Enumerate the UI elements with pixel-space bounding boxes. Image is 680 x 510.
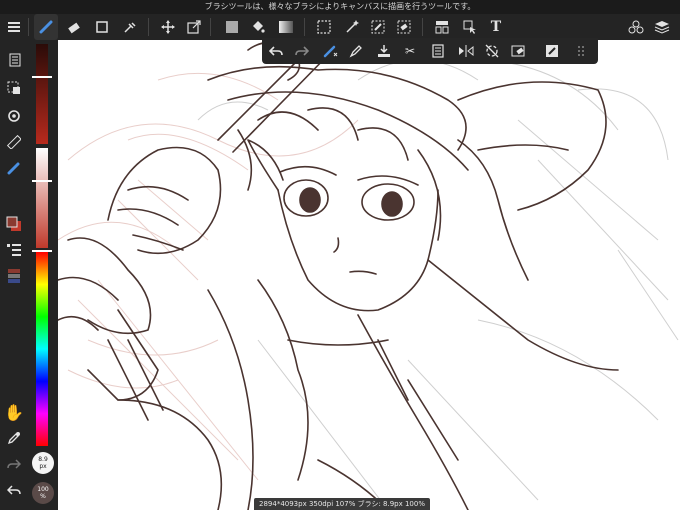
eyedropper-icon[interactable] xyxy=(4,428,24,448)
brush-size-handle[interactable] xyxy=(32,76,52,78)
brush-icon[interactable] xyxy=(34,14,58,40)
brush-opacity-slider[interactable] xyxy=(36,148,48,248)
left-tool-panel: ✋ 8.9 px 100 % xyxy=(0,40,58,510)
redo-icon[interactable] xyxy=(290,38,314,64)
status-bar: 2894*4093px 350dpi 107% ブラシ: 8.9px 100% xyxy=(254,498,430,510)
tool-hint-bar: ブラシツールは、様々なブラシによりキャンバスに描画を行うツールです。 xyxy=(0,0,680,14)
flip-icon[interactable] xyxy=(454,38,478,64)
grip-icon[interactable] xyxy=(570,38,594,64)
transform-icon[interactable] xyxy=(182,14,206,40)
menu-icon[interactable] xyxy=(2,14,26,40)
color-slider-strip xyxy=(32,44,52,446)
clear-icon[interactable] xyxy=(506,38,530,64)
edit-icon[interactable] xyxy=(540,38,564,64)
fill-color-icon[interactable] xyxy=(220,14,244,40)
rotate-icon[interactable] xyxy=(480,38,504,64)
bucket-icon[interactable] xyxy=(246,14,270,40)
brush-adjust-icon[interactable] xyxy=(318,38,342,64)
selection-layer-icon[interactable] xyxy=(4,78,24,98)
opacity-unit: % xyxy=(40,493,46,500)
redo-side-icon[interactable] xyxy=(4,454,24,474)
hue-slider[interactable] xyxy=(36,252,48,446)
cut-icon[interactable]: ✂ xyxy=(398,38,422,64)
select-icon[interactable] xyxy=(312,14,336,40)
select-eraser-icon[interactable] xyxy=(392,14,416,40)
text-icon[interactable]: T xyxy=(484,14,508,40)
pen-icon[interactable] xyxy=(344,38,368,64)
copy-icon[interactable] xyxy=(426,38,450,64)
ruler-icon[interactable] xyxy=(4,132,24,152)
brush-list-icon[interactable] xyxy=(4,240,24,260)
opacity-value: 100 xyxy=(37,486,49,493)
stabilizer-icon[interactable] xyxy=(4,158,24,178)
brush-size-unit: px xyxy=(39,463,47,470)
gradient-icon[interactable] xyxy=(274,14,298,40)
move-icon[interactable] xyxy=(156,14,180,40)
hand-icon[interactable]: ✋ xyxy=(4,402,24,422)
main-toolbar: T xyxy=(0,14,680,41)
magic-wand-icon[interactable] xyxy=(340,14,364,40)
undo-icon[interactable] xyxy=(264,38,288,64)
brush-size-slider[interactable] xyxy=(36,44,48,144)
rotate-canvas-icon[interactable] xyxy=(4,106,24,126)
smudge-icon[interactable] xyxy=(118,14,142,40)
drawing-canvas[interactable] xyxy=(58,40,680,510)
color-swatch[interactable] xyxy=(4,214,24,234)
hue-handle[interactable] xyxy=(32,250,52,252)
materials-icon[interactable] xyxy=(624,14,648,40)
layers-icon[interactable] xyxy=(650,14,674,40)
paste-icon[interactable] xyxy=(372,38,396,64)
frame-icon[interactable] xyxy=(430,14,454,40)
undo-side-icon[interactable] xyxy=(4,480,24,500)
operation-icon[interactable] xyxy=(458,14,482,40)
brush-size-value: 8.9 xyxy=(38,456,48,463)
pages-icon[interactable] xyxy=(4,50,24,70)
shape-icon[interactable] xyxy=(90,14,114,40)
brush-size-indicator[interactable]: 8.9 px xyxy=(32,452,54,474)
palette-icon[interactable] xyxy=(4,266,24,286)
brush-sub-toolbar: ✂ xyxy=(262,38,598,64)
eraser-icon[interactable] xyxy=(62,14,86,40)
opacity-indicator[interactable]: 100 % xyxy=(32,482,54,504)
select-pen-icon[interactable] xyxy=(366,14,390,40)
sketch-artwork xyxy=(58,40,679,510)
brush-opacity-handle[interactable] xyxy=(32,180,52,182)
